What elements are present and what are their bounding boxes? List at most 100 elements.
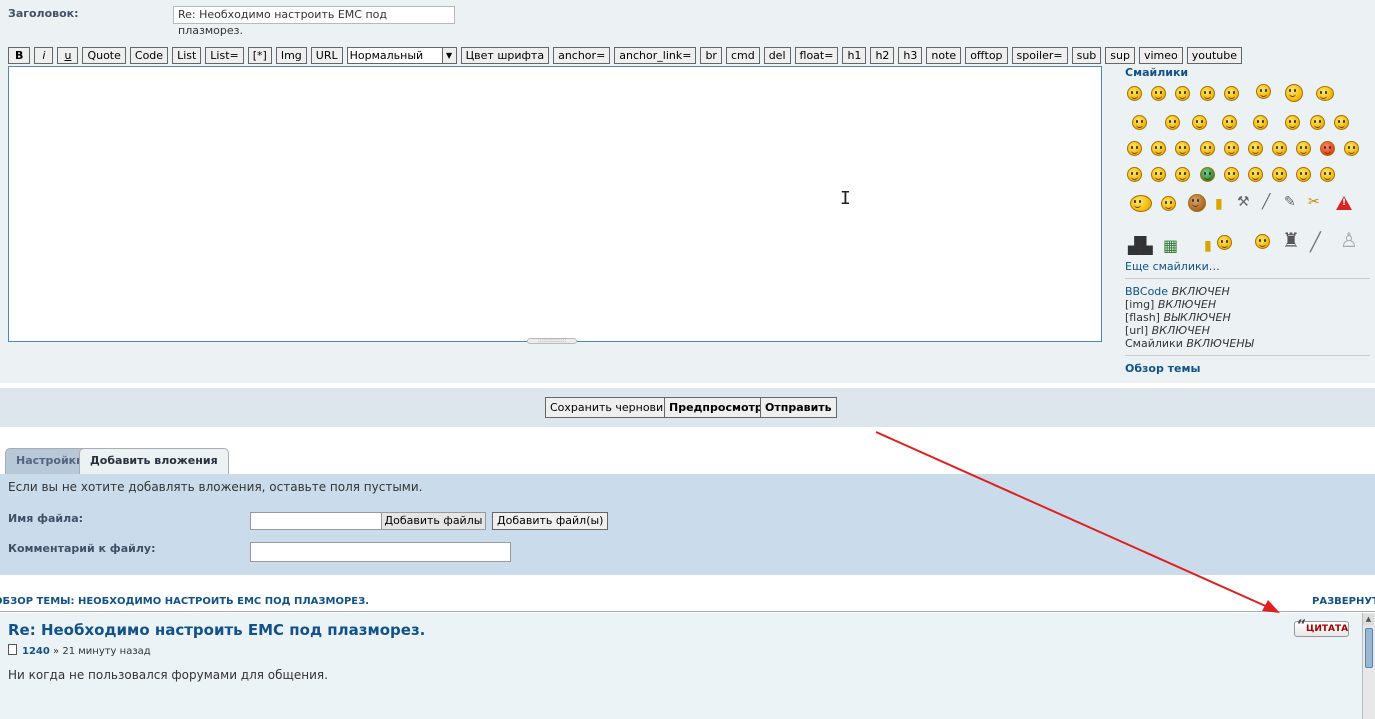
scroll-up-icon[interactable]: ▲	[1363, 614, 1374, 625]
smiley-icon[interactable]	[1175, 86, 1190, 101]
engine-icon[interactable]: ▟▙	[1128, 236, 1153, 255]
font-color-button[interactable]: Цвет шрифта	[460, 46, 550, 64]
robot-icon[interactable]: ♜	[1282, 228, 1300, 252]
h1-button[interactable]: h1	[842, 46, 867, 64]
smiley-icon[interactable]	[1200, 141, 1215, 156]
expand-link[interactable]: РАЗВЕРНУТЬ	[1312, 596, 1375, 607]
post-author[interactable]: 1240	[22, 646, 50, 657]
beer-icon[interactable]: ▮	[1204, 238, 1212, 254]
list-item-button[interactable]: [*]	[247, 46, 272, 64]
smiley-icon[interactable]	[1200, 86, 1215, 101]
smiley-icon[interactable]	[1127, 167, 1142, 182]
smiley-icon[interactable]	[1296, 167, 1311, 182]
url-button[interactable]: URL	[310, 46, 343, 64]
spoiler-button[interactable]: spoiler=	[1011, 46, 1068, 64]
quote-button[interactable]: Quote	[82, 46, 126, 64]
smiley-icon[interactable]	[1320, 141, 1335, 156]
code-button[interactable]: Code	[129, 46, 169, 64]
subject-input[interactable]: Re: Необходимо настроить EMC под плазмор…	[173, 6, 455, 37]
del-button[interactable]: del	[763, 46, 791, 64]
warning-icon[interactable]	[1336, 196, 1352, 210]
smiley-icon[interactable]	[1272, 167, 1287, 182]
anchor-link-button[interactable]: anchor_link=	[614, 46, 697, 64]
br-button[interactable]: br	[700, 46, 722, 64]
file-comment-input[interactable]	[250, 542, 511, 562]
h2-button[interactable]: h2	[870, 46, 895, 64]
message-textarea[interactable]	[8, 66, 1102, 342]
monkey-icon[interactable]	[1188, 194, 1206, 212]
smiley-icon[interactable]	[1127, 141, 1142, 156]
smiley-icon[interactable]	[1151, 141, 1166, 156]
smiley-icon[interactable]	[1316, 86, 1334, 101]
smiley-icon[interactable]	[1132, 115, 1147, 130]
smiley-icon[interactable]	[1175, 141, 1190, 156]
smiley-icon[interactable]	[1285, 115, 1300, 130]
smiley-icon[interactable]	[1253, 115, 1268, 130]
h3-button[interactable]: h3	[898, 46, 923, 64]
smiley-icon[interactable]	[1256, 84, 1271, 99]
smiley-icon[interactable]	[1224, 167, 1239, 182]
cmd-button[interactable]: cmd	[725, 46, 760, 64]
smiley-icon[interactable]	[1165, 115, 1180, 130]
smiley-icon[interactable]	[1175, 167, 1190, 182]
bbcode-link[interactable]: BBCode	[1125, 285, 1168, 298]
note-button[interactable]: note	[926, 46, 962, 64]
smiley-icon[interactable]	[1161, 196, 1176, 211]
font-size-select[interactable]: Нормальный ▼	[346, 46, 457, 64]
smiley-icon[interactable]	[1285, 84, 1303, 102]
scrollbar-thumb[interactable]	[1365, 628, 1373, 668]
smiley-icon[interactable]	[1248, 141, 1263, 156]
vimeo-button[interactable]: vimeo	[1138, 46, 1183, 64]
preview-button[interactable]: Предпросмотр	[664, 397, 768, 418]
bold-button[interactable]: B	[8, 46, 31, 64]
smiley-icon[interactable]	[1334, 115, 1349, 130]
smiley-icon[interactable]	[1222, 115, 1237, 130]
circuit-board-icon[interactable]: ▦	[1163, 236, 1178, 255]
smiley-icon[interactable]	[1272, 141, 1287, 156]
post-title[interactable]: Re: Необходимо настроить EMC под плазмор…	[8, 621, 425, 639]
float-button[interactable]: float=	[794, 46, 839, 64]
smiley-icon[interactable]	[1224, 86, 1239, 101]
anchor-button[interactable]: anchor=	[553, 46, 611, 64]
italic-button[interactable]: i	[34, 46, 54, 64]
smiley-icon[interactable]	[1224, 141, 1239, 156]
smiley-icon[interactable]	[1310, 115, 1325, 130]
browse-files-button[interactable]: Добавить файлы	[382, 512, 486, 530]
smiley-icon[interactable]	[1296, 141, 1311, 156]
smiley-icon[interactable]	[1127, 86, 1142, 101]
underline-button[interactable]: u	[57, 46, 79, 64]
smiley-icon[interactable]	[1200, 167, 1215, 182]
list-button[interactable]: List	[172, 46, 202, 64]
save-draft-button[interactable]: Сохранить черновик	[545, 397, 675, 418]
smiley-icon[interactable]	[1248, 167, 1263, 182]
smiley-icon[interactable]	[1255, 234, 1270, 249]
quote-post-button[interactable]: “ЦИТАТА	[1294, 618, 1349, 637]
tool-icon[interactable]: ╱	[1310, 232, 1321, 253]
beer-icon[interactable]: ▮	[1215, 196, 1223, 212]
add-file-button[interactable]: Добавить файл(ы)	[492, 512, 609, 530]
youtube-button[interactable]: youtube	[1186, 46, 1243, 64]
file-input[interactable]	[250, 512, 382, 530]
sup-button[interactable]: sup	[1105, 46, 1135, 64]
smiley-icon[interactable]	[1151, 86, 1166, 101]
smiley-beer-icon[interactable]	[1217, 235, 1232, 250]
tab-attachments[interactable]: Добавить вложения	[79, 448, 229, 474]
topic-review-link[interactable]: Обзор темы	[1125, 362, 1200, 375]
wrench-icon[interactable]: ✎	[1284, 194, 1296, 210]
pliers-icon[interactable]: ✂	[1308, 194, 1320, 210]
resize-handle[interactable]: ::::::::::::::	[527, 338, 577, 344]
submit-button[interactable]: Отправить	[760, 397, 837, 418]
screwdriver-icon[interactable]: ╱	[1262, 194, 1270, 210]
img-button[interactable]: Img	[275, 46, 307, 64]
smiley-icon[interactable]	[1320, 167, 1335, 182]
smiley-icon[interactable]	[1151, 167, 1166, 182]
sub-button[interactable]: sub	[1071, 46, 1102, 64]
smiley-icon[interactable]	[1192, 115, 1207, 130]
smiley-icon[interactable]	[1344, 141, 1359, 156]
ordered-list-button[interactable]: List=	[205, 46, 244, 64]
hammer-icon[interactable]: ⚒	[1237, 194, 1250, 210]
more-smilies-link[interactable]: Еще смайлики…	[1125, 260, 1220, 273]
ghost-icon[interactable]: ♙	[1340, 228, 1358, 252]
smiley-icon[interactable]	[1130, 195, 1152, 212]
offtop-button[interactable]: offtop	[965, 46, 1008, 64]
